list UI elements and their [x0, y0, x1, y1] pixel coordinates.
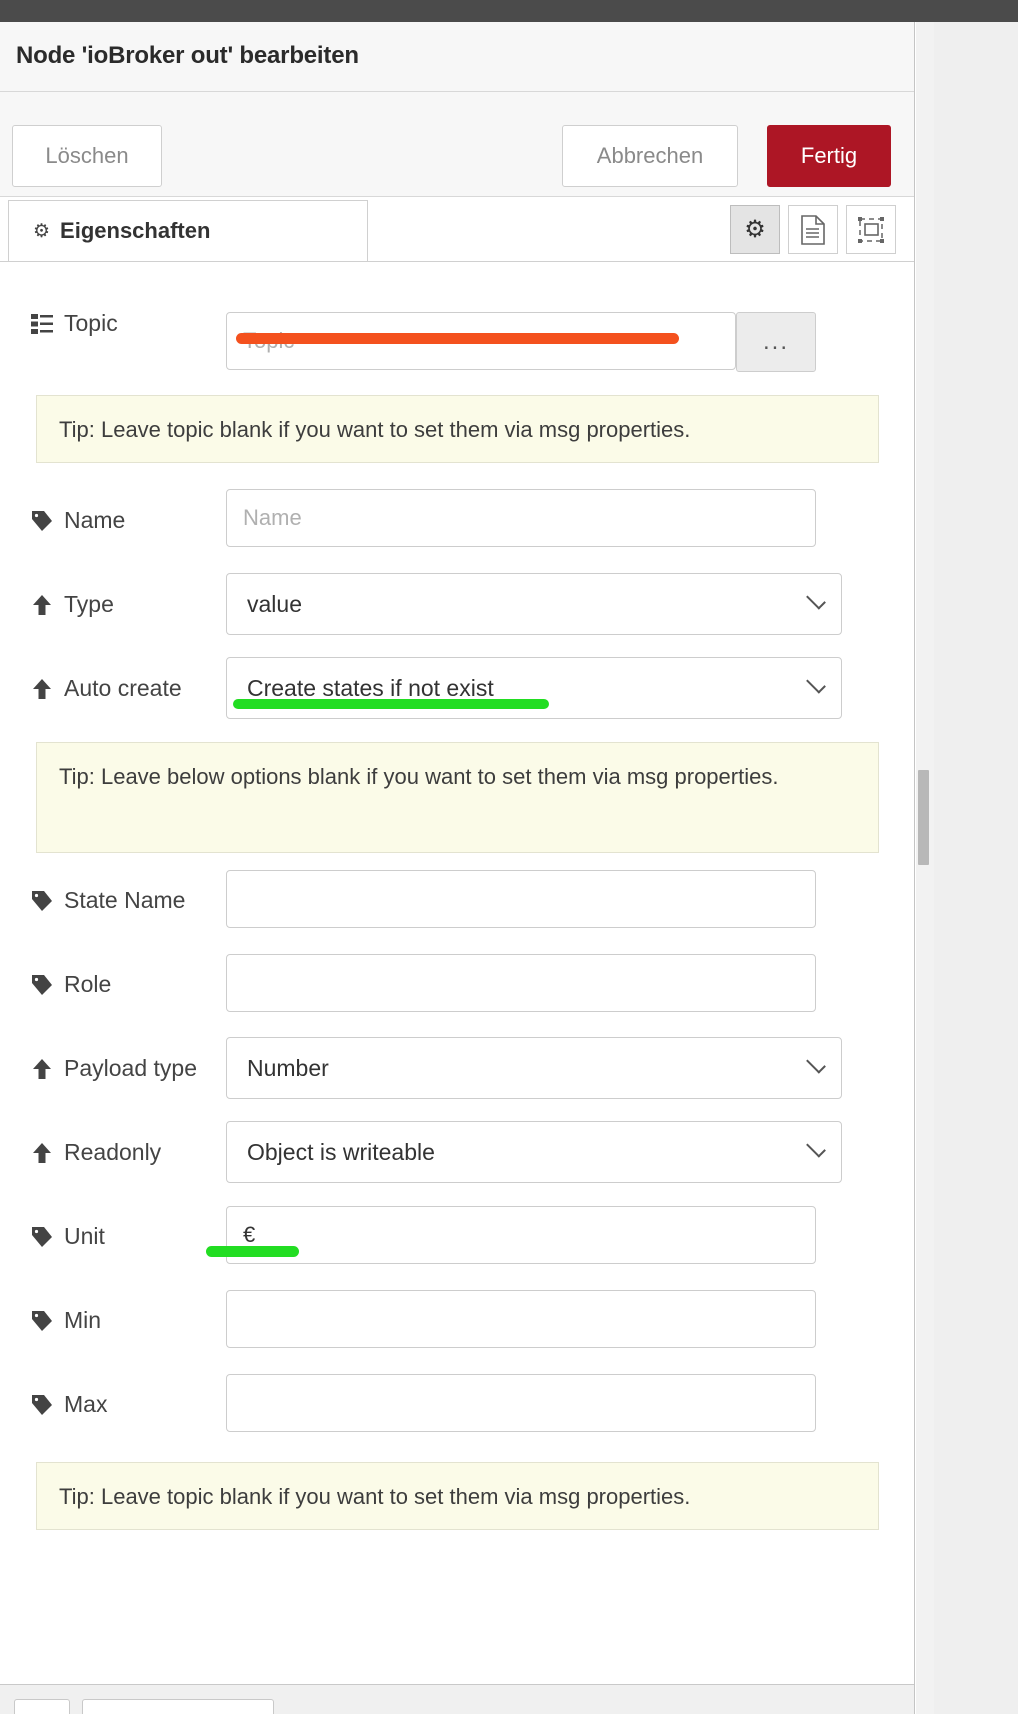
auto-create-label-text: Auto create: [64, 675, 182, 701]
name-label-text: Name: [64, 507, 126, 533]
properties-form: Topic Topic ... Tip: Leave topic blank i…: [0, 262, 914, 1682]
chevron-down-icon: [806, 1053, 826, 1074]
tag-icon: [30, 509, 54, 533]
dialog-toolbar: Löschen Abbrechen Fertig: [0, 92, 914, 197]
unit-label-text: Unit: [64, 1223, 105, 1249]
payload-type-label: Payload type: [30, 1055, 197, 1082]
dialog-header: Node 'ioBroker out' bearbeiten: [0, 22, 914, 92]
tag-icon: [30, 973, 54, 997]
vertical-scrollbar-track[interactable]: [916, 22, 934, 1714]
gear-icon: ⚙: [744, 216, 766, 243]
unit-label: Unit: [30, 1223, 105, 1250]
cancel-button[interactable]: Abbrechen: [562, 125, 738, 187]
footer-control-small[interactable]: [14, 1699, 70, 1714]
auto-create-select[interactable]: Create states if not exist: [226, 657, 842, 719]
type-select-value: value: [247, 590, 302, 617]
min-input[interactable]: [226, 1290, 816, 1348]
chevron-down-icon: [806, 673, 826, 694]
topic-browse-button[interactable]: ...: [736, 312, 816, 372]
tip-topic: Tip: Leave topic blank if you want to se…: [36, 395, 879, 463]
type-select[interactable]: value: [226, 573, 842, 635]
screenshot-root: Node 'ioBroker out' bearbeiten Löschen A…: [0, 0, 1018, 1714]
dialog-footer: [0, 1684, 914, 1714]
footer-control-wide[interactable]: [82, 1699, 274, 1714]
role-label: Role: [30, 971, 111, 998]
payload-type-select[interactable]: Number: [226, 1037, 842, 1099]
arrow-up-icon: [30, 1057, 54, 1081]
tab-bar: ⚙ Eigenschaften ⚙: [0, 197, 914, 262]
tab-side-buttons: ⚙: [730, 205, 896, 254]
payload-type-label-text: Payload type: [64, 1055, 197, 1081]
arrow-up-icon: [30, 593, 54, 617]
tag-icon: [30, 1393, 54, 1417]
delete-button[interactable]: Löschen: [12, 125, 162, 187]
max-input[interactable]: [226, 1374, 816, 1432]
description-document-icon: [801, 214, 825, 245]
readonly-select-value: Object is writeable: [247, 1138, 435, 1165]
appearance-layout-icon: [858, 216, 884, 243]
tip-bottom: Tip: Leave topic blank if you want to se…: [36, 1462, 879, 1530]
type-label: Type: [30, 591, 114, 618]
role-label-text: Role: [64, 971, 112, 997]
auto-create-select-value: Create states if not exist: [247, 674, 494, 701]
state-name-label-text: State Name: [64, 887, 186, 913]
max-label-text: Max: [64, 1391, 108, 1417]
payload-type-select-value: Number: [247, 1054, 329, 1081]
vertical-scrollbar-thumb[interactable]: [918, 770, 929, 865]
arrow-up-icon: [30, 1141, 54, 1165]
gear-icon-button[interactable]: ⚙: [730, 205, 780, 254]
auto-create-label: Auto create: [30, 675, 182, 702]
gear-icon: ⚙: [33, 220, 51, 242]
tab-properties[interactable]: ⚙ Eigenschaften: [8, 200, 368, 261]
chevron-down-icon: [806, 1137, 826, 1158]
readonly-select[interactable]: Object is writeable: [226, 1121, 842, 1183]
role-input[interactable]: [226, 954, 816, 1012]
min-label-text: Min: [64, 1307, 102, 1333]
name-input[interactable]: Name: [226, 489, 816, 547]
server-list-icon: [30, 312, 54, 336]
state-name-label: State Name: [30, 887, 185, 914]
state-name-input[interactable]: [226, 870, 816, 928]
name-label: Name: [30, 507, 125, 534]
max-label: Max: [30, 1391, 107, 1418]
topic-label-text: Topic: [64, 310, 118, 336]
description-button[interactable]: [788, 205, 838, 254]
topic-input[interactable]: Topic: [226, 312, 736, 370]
readonly-label: Readonly: [30, 1139, 161, 1166]
tag-icon: [30, 889, 54, 913]
min-label: Min: [30, 1307, 101, 1334]
topic-label: Topic: [30, 310, 118, 337]
readonly-label-text: Readonly: [64, 1139, 162, 1165]
chevron-down-icon: [806, 589, 826, 610]
done-button[interactable]: Fertig: [767, 125, 891, 187]
tag-icon: [30, 1225, 54, 1249]
type-label-text: Type: [64, 591, 114, 617]
unit-input[interactable]: €: [226, 1206, 816, 1264]
page-title: Node 'ioBroker out' bearbeiten: [16, 42, 359, 69]
tag-icon: [30, 1309, 54, 1333]
arrow-up-icon: [30, 677, 54, 701]
tab-properties-label: Eigenschaften: [60, 218, 211, 243]
tip-options: Tip: Leave below options blank if you wa…: [36, 742, 879, 853]
appearance-button[interactable]: [846, 205, 896, 254]
browser-chrome-strip: [0, 0, 1018, 22]
edit-node-dialog: Node 'ioBroker out' bearbeiten Löschen A…: [0, 22, 915, 1714]
